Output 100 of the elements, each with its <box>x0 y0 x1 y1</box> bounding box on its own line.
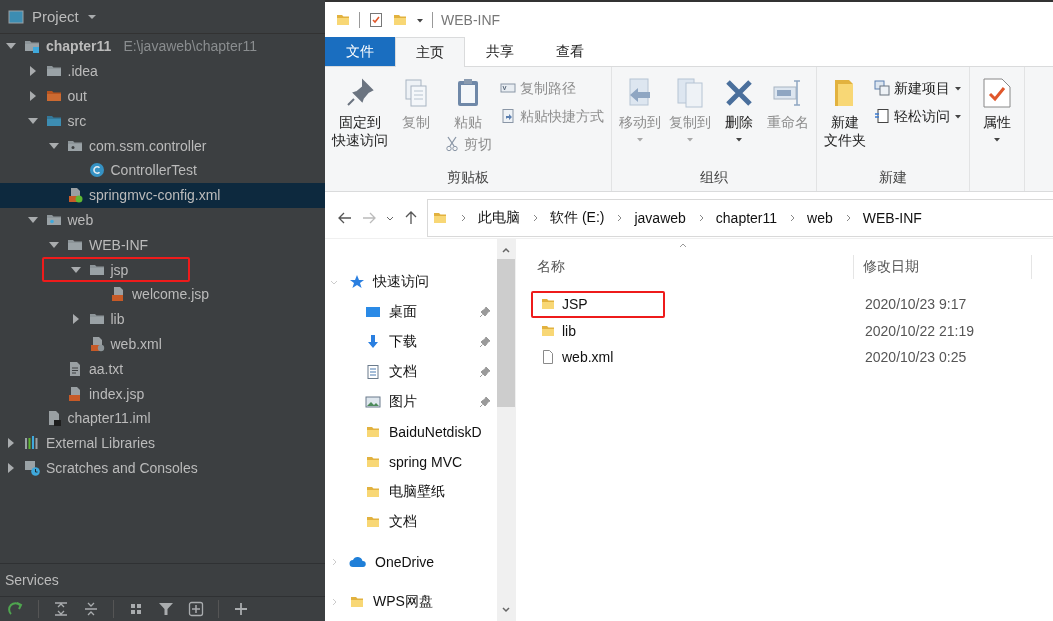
file-row[interactable]: web.xml 2020/10/23 0:25 <box>528 344 1053 371</box>
pin-icon <box>479 366 491 378</box>
text-file-icon <box>67 360 83 377</box>
nav-item[interactable]: 图片 <box>325 387 497 417</box>
copy-to-icon <box>674 77 706 109</box>
add-icon[interactable] <box>188 601 204 617</box>
tree-item-label: WEB-INF <box>89 236 149 253</box>
tree-item-label: src <box>67 112 87 129</box>
file-name: web.xml <box>562 349 614 366</box>
tree-item-label: Scratches and Consoles <box>46 459 198 476</box>
tree-item[interactable]: index.jsp <box>0 381 325 406</box>
file-row[interactable]: lib 2020/10/22 21:19 <box>528 317 1053 344</box>
jsp-file-icon <box>110 286 126 303</box>
xml-file-icon <box>88 335 105 352</box>
refresh-icon[interactable] <box>8 601 24 617</box>
filter-icon[interactable] <box>158 601 174 617</box>
modified-date: 2020/10/23 9:17 <box>865 296 967 313</box>
tree-item-label: External Libraries <box>46 435 155 452</box>
tree-item-label: lib <box>110 311 125 328</box>
tree-item[interactable]: .idea <box>0 58 325 84</box>
breadcrumb[interactable]: 软件 (E:) <box>550 209 605 227</box>
nav-item[interactable]: 电脑壁纸 <box>325 477 497 507</box>
tree-item[interactable]: web <box>0 207 325 233</box>
tree-item[interactable]: com.ssm.controller <box>0 133 325 158</box>
nav-item[interactable]: OneDrive <box>325 547 497 577</box>
nav-item[interactable]: 下载 <box>325 327 497 357</box>
group-label: 新建 <box>878 169 908 187</box>
properties-icon <box>981 77 1013 109</box>
scrollbar[interactable] <box>497 239 515 621</box>
tree-item[interactable]: chapter11 E:\javaweb\chapter11 <box>0 34 325 59</box>
folder-icon <box>45 88 62 104</box>
panel-icon <box>8 8 24 25</box>
tree-item[interactable]: lib <box>0 306 325 332</box>
tree-item[interactable]: External Libraries <box>0 430 325 456</box>
breadcrumb[interactable]: chapter11 <box>715 210 778 226</box>
scratches-icon <box>24 459 40 476</box>
tree-item[interactable]: jsp <box>0 257 325 282</box>
tree-item[interactable]: web.xml <box>0 331 325 357</box>
desktop-icon <box>365 304 381 320</box>
spring-xml-file-icon <box>67 187 83 204</box>
tree-item[interactable]: src <box>0 108 325 134</box>
tree-item[interactable]: Scratches and Consoles <box>0 455 325 481</box>
tree-item[interactable]: ControllerTest <box>0 158 325 183</box>
address-bar[interactable]: 此电脑 软件 (E:) javaweb chapter11 web WEB-INF <box>427 199 1053 237</box>
folder-icon <box>365 424 381 440</box>
project-path: E:\javaweb\chapter11 <box>123 38 257 55</box>
tree-item-label: welcome.jsp <box>132 286 210 303</box>
tree-item-label: jsp <box>110 261 129 278</box>
up-arrow-icon[interactable] <box>403 210 419 226</box>
nav-item[interactable]: 文档 <box>325 357 497 387</box>
breadcrumb[interactable]: WEB-INF <box>862 210 922 226</box>
picture-icon <box>365 394 381 410</box>
tree-item[interactable]: WEB-INF <box>0 232 325 258</box>
tree-item[interactable]: out <box>0 83 325 109</box>
nav-item[interactable]: 快速访问 <box>325 267 497 297</box>
tree-item-label: web.xml <box>110 335 162 352</box>
tree-item-label: com.ssm.controller <box>89 137 207 154</box>
nav-item[interactable]: BaiduNetdiskD <box>325 417 497 447</box>
plus-icon[interactable] <box>233 601 249 617</box>
breadcrumb[interactable]: javaweb <box>634 210 686 226</box>
ribbon-command[interactable]: 属性 <box>974 71 1020 146</box>
tree-item[interactable]: aa.txt <box>0 356 325 382</box>
folder-icon <box>349 594 365 610</box>
ribbon-tab[interactable]: 主页 <box>395 37 465 67</box>
file-menu-tab[interactable]: 文件 <box>325 37 395 66</box>
chevron-down-icon[interactable] <box>501 605 511 615</box>
chevron-up-icon[interactable] <box>501 245 511 255</box>
column-header[interactable]: 修改日期 <box>854 255 1032 279</box>
collapse-all-icon[interactable] <box>83 601 99 617</box>
column-header[interactable]: 名称 <box>528 255 854 279</box>
selected-tree-item[interactable]: springmvc-config.xml <box>0 182 325 208</box>
ribbon-command[interactable]: 固定到 快速访问 <box>329 71 391 152</box>
ribbon-command[interactable]: 轻松访问 <box>871 103 965 129</box>
file-row[interactable]: JSP 2020/10/23 9:17 <box>528 291 1053 318</box>
back-arrow-icon[interactable] <box>337 210 353 226</box>
services-title[interactable]: Services <box>5 572 59 588</box>
nav-item[interactable]: WPS网盘 <box>325 587 497 617</box>
tree-item-label: web <box>67 211 94 228</box>
expand-all-icon[interactable] <box>53 601 69 617</box>
breadcrumb[interactable]: web <box>807 210 833 226</box>
tree-item-label: ControllerTest <box>110 162 197 179</box>
document-icon <box>365 364 381 380</box>
easy-access-icon <box>874 108 890 124</box>
scroll-thumb[interactable] <box>497 259 515 407</box>
tree-item[interactable]: welcome.jsp <box>0 281 325 307</box>
shortcut-icon <box>500 108 516 124</box>
group-icon[interactable] <box>128 601 144 617</box>
panel-title[interactable]: Project <box>32 8 79 25</box>
nav-item[interactable]: 桌面 <box>325 297 497 327</box>
ribbon-command[interactable]: 新建项目 <box>871 75 965 101</box>
breadcrumb[interactable]: 此电脑 <box>478 209 520 227</box>
group-label: 组织 <box>699 169 729 187</box>
checklist-icon[interactable] <box>368 11 384 28</box>
tree-item[interactable]: chapter11.iml <box>0 405 325 431</box>
ribbon-command[interactable]: 删除 <box>716 71 762 146</box>
download-icon <box>365 334 381 350</box>
folder-icon <box>365 514 381 530</box>
nav-item[interactable]: 文档 <box>325 507 497 537</box>
nav-item[interactable]: spring MVC <box>325 447 497 477</box>
ribbon-command[interactable]: 新建 文件夹 <box>821 71 869 152</box>
